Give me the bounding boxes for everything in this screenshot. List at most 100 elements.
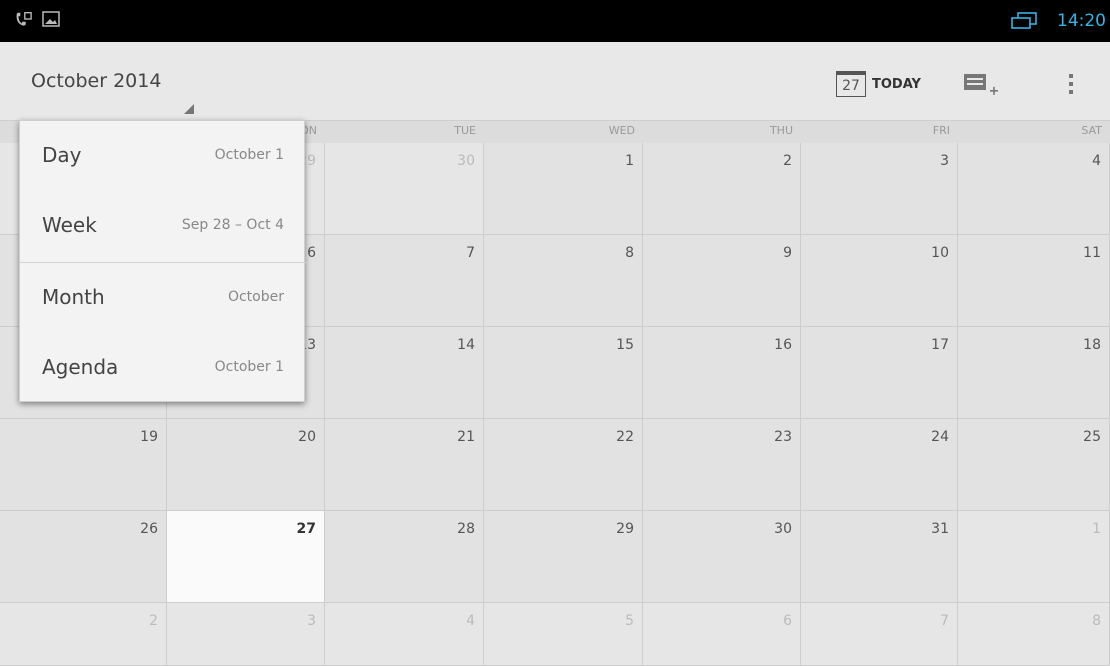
menu-item-label: Day xyxy=(42,143,82,167)
view-selector-menu: Day October 1 Week Sep 28 – Oct 4 Month … xyxy=(19,120,306,403)
day-number: 10 xyxy=(931,245,949,261)
calendar-day[interactable]: 21 xyxy=(325,419,484,511)
calendar-day[interactable]: 2 xyxy=(643,143,801,235)
overflow-dot-icon xyxy=(1069,82,1073,86)
calendar-day[interactable]: 1 xyxy=(958,511,1110,603)
new-event-button[interactable] xyxy=(960,68,1004,104)
day-number: 24 xyxy=(931,429,949,445)
status-time: 14:20 xyxy=(1057,11,1106,31)
calendar-day[interactable]: 20 xyxy=(167,419,325,511)
today-label: TODAY xyxy=(872,76,921,92)
calendar-day[interactable]: 1 xyxy=(484,143,643,235)
calendar-day[interactable]: 4 xyxy=(325,603,484,666)
day-number: 31 xyxy=(931,521,949,537)
day-number: 30 xyxy=(457,153,475,169)
day-number: 3 xyxy=(940,153,949,169)
overflow-menu-button[interactable] xyxy=(1060,64,1082,104)
calendar-day[interactable]: 3 xyxy=(801,143,958,235)
day-number: 21 xyxy=(457,429,475,445)
day-of-week-label: TUE xyxy=(454,124,476,137)
calendar-day[interactable]: 8 xyxy=(484,235,643,327)
menu-item-value: October 1 xyxy=(214,147,284,163)
call-icon xyxy=(14,10,32,28)
today-button[interactable]: 27 TODAY xyxy=(836,66,921,102)
calendar-day[interactable]: 5 xyxy=(484,603,643,666)
calendar-day[interactable]: 18 xyxy=(958,327,1110,419)
menu-item-label: Agenda xyxy=(42,355,119,379)
day-number: 22 xyxy=(616,429,634,445)
calendar-day[interactable]: 15 xyxy=(484,327,643,419)
calendar-day[interactable]: 23 xyxy=(643,419,801,511)
menu-item-value: October xyxy=(227,289,284,305)
day-number: 6 xyxy=(783,613,792,629)
calendar-day[interactable]: 3 xyxy=(167,603,325,666)
day-number: 2 xyxy=(149,613,158,629)
menu-item-agenda[interactable]: Agenda October 1 xyxy=(20,333,306,403)
menu-item-value: Sep 28 – Oct 4 xyxy=(181,217,284,233)
day-number: 5 xyxy=(625,613,634,629)
day-number: 26 xyxy=(140,521,158,537)
day-number: 1 xyxy=(1092,521,1101,537)
day-number: 6 xyxy=(307,245,316,261)
menu-item-day[interactable]: Day October 1 xyxy=(20,121,306,191)
calendar-day[interactable]: 16 xyxy=(643,327,801,419)
spinner-triangle-icon xyxy=(184,104,194,114)
day-number: 17 xyxy=(931,337,949,353)
day-number: 18 xyxy=(1083,337,1101,353)
day-number: 25 xyxy=(1083,429,1101,445)
menu-item-month[interactable]: Month October xyxy=(20,263,306,333)
calendar-day[interactable]: 14 xyxy=(325,327,484,419)
day-number: 4 xyxy=(466,613,475,629)
day-number: 7 xyxy=(466,245,475,261)
day-number: 4 xyxy=(1092,153,1101,169)
overflow-dot-icon xyxy=(1069,90,1073,94)
status-left-icons xyxy=(14,10,60,28)
day-number: 1 xyxy=(625,153,634,169)
screen-cast-icon xyxy=(1009,12,1039,30)
calendar-day[interactable]: 2 xyxy=(0,603,167,666)
calendar-day[interactable]: 29 xyxy=(484,511,643,603)
day-number: 15 xyxy=(616,337,634,353)
day-number: 29 xyxy=(616,521,634,537)
calendar-day[interactable]: 7 xyxy=(801,603,958,666)
calendar-day[interactable]: 4 xyxy=(958,143,1110,235)
day-number: 23 xyxy=(774,429,792,445)
image-icon xyxy=(42,10,60,28)
calendar-day[interactable]: 8 xyxy=(958,603,1110,666)
calendar-day[interactable]: 6 xyxy=(643,603,801,666)
calendar-today-icon: 27 xyxy=(836,71,866,97)
calendar-day[interactable]: 24 xyxy=(801,419,958,511)
day-of-week-label: SAT xyxy=(1081,124,1102,137)
status-right: 14:20 xyxy=(1009,0,1106,42)
day-number: 28 xyxy=(457,521,475,537)
date-spinner[interactable]: October 2014 xyxy=(0,42,200,120)
calendar-day[interactable]: 9 xyxy=(643,235,801,327)
day-number: 7 xyxy=(940,613,949,629)
calendar-day[interactable]: 28 xyxy=(325,511,484,603)
calendar-day[interactable]: 30 xyxy=(325,143,484,235)
menu-item-label: Week xyxy=(42,213,97,237)
calendar-day[interactable]: 26 xyxy=(0,511,167,603)
day-number: 27 xyxy=(296,521,316,537)
action-bar: October 2014 27 TODAY xyxy=(0,42,1110,121)
calendar-day[interactable]: 31 xyxy=(801,511,958,603)
calendar-day[interactable]: 19 xyxy=(0,419,167,511)
calendar-day[interactable]: 10 xyxy=(801,235,958,327)
day-number: 20 xyxy=(298,429,316,445)
calendar-day[interactable]: 17 xyxy=(801,327,958,419)
day-of-week-label: WED xyxy=(608,124,635,137)
menu-item-week[interactable]: Week Sep 28 – Oct 4 xyxy=(20,191,306,261)
calendar-day[interactable]: 30 xyxy=(643,511,801,603)
overflow-dot-icon xyxy=(1069,74,1073,78)
new-event-icon xyxy=(964,74,998,95)
day-number: 16 xyxy=(774,337,792,353)
calendar-day[interactable]: 22 xyxy=(484,419,643,511)
day-number: 14 xyxy=(457,337,475,353)
calendar-day[interactable]: 25 xyxy=(958,419,1110,511)
day-number: 8 xyxy=(625,245,634,261)
calendar-day[interactable]: 11 xyxy=(958,235,1110,327)
calendar-day-today[interactable]: 27 xyxy=(167,511,325,603)
day-number: 2 xyxy=(783,153,792,169)
day-of-week-label: FRI xyxy=(932,124,950,137)
calendar-day[interactable]: 7 xyxy=(325,235,484,327)
